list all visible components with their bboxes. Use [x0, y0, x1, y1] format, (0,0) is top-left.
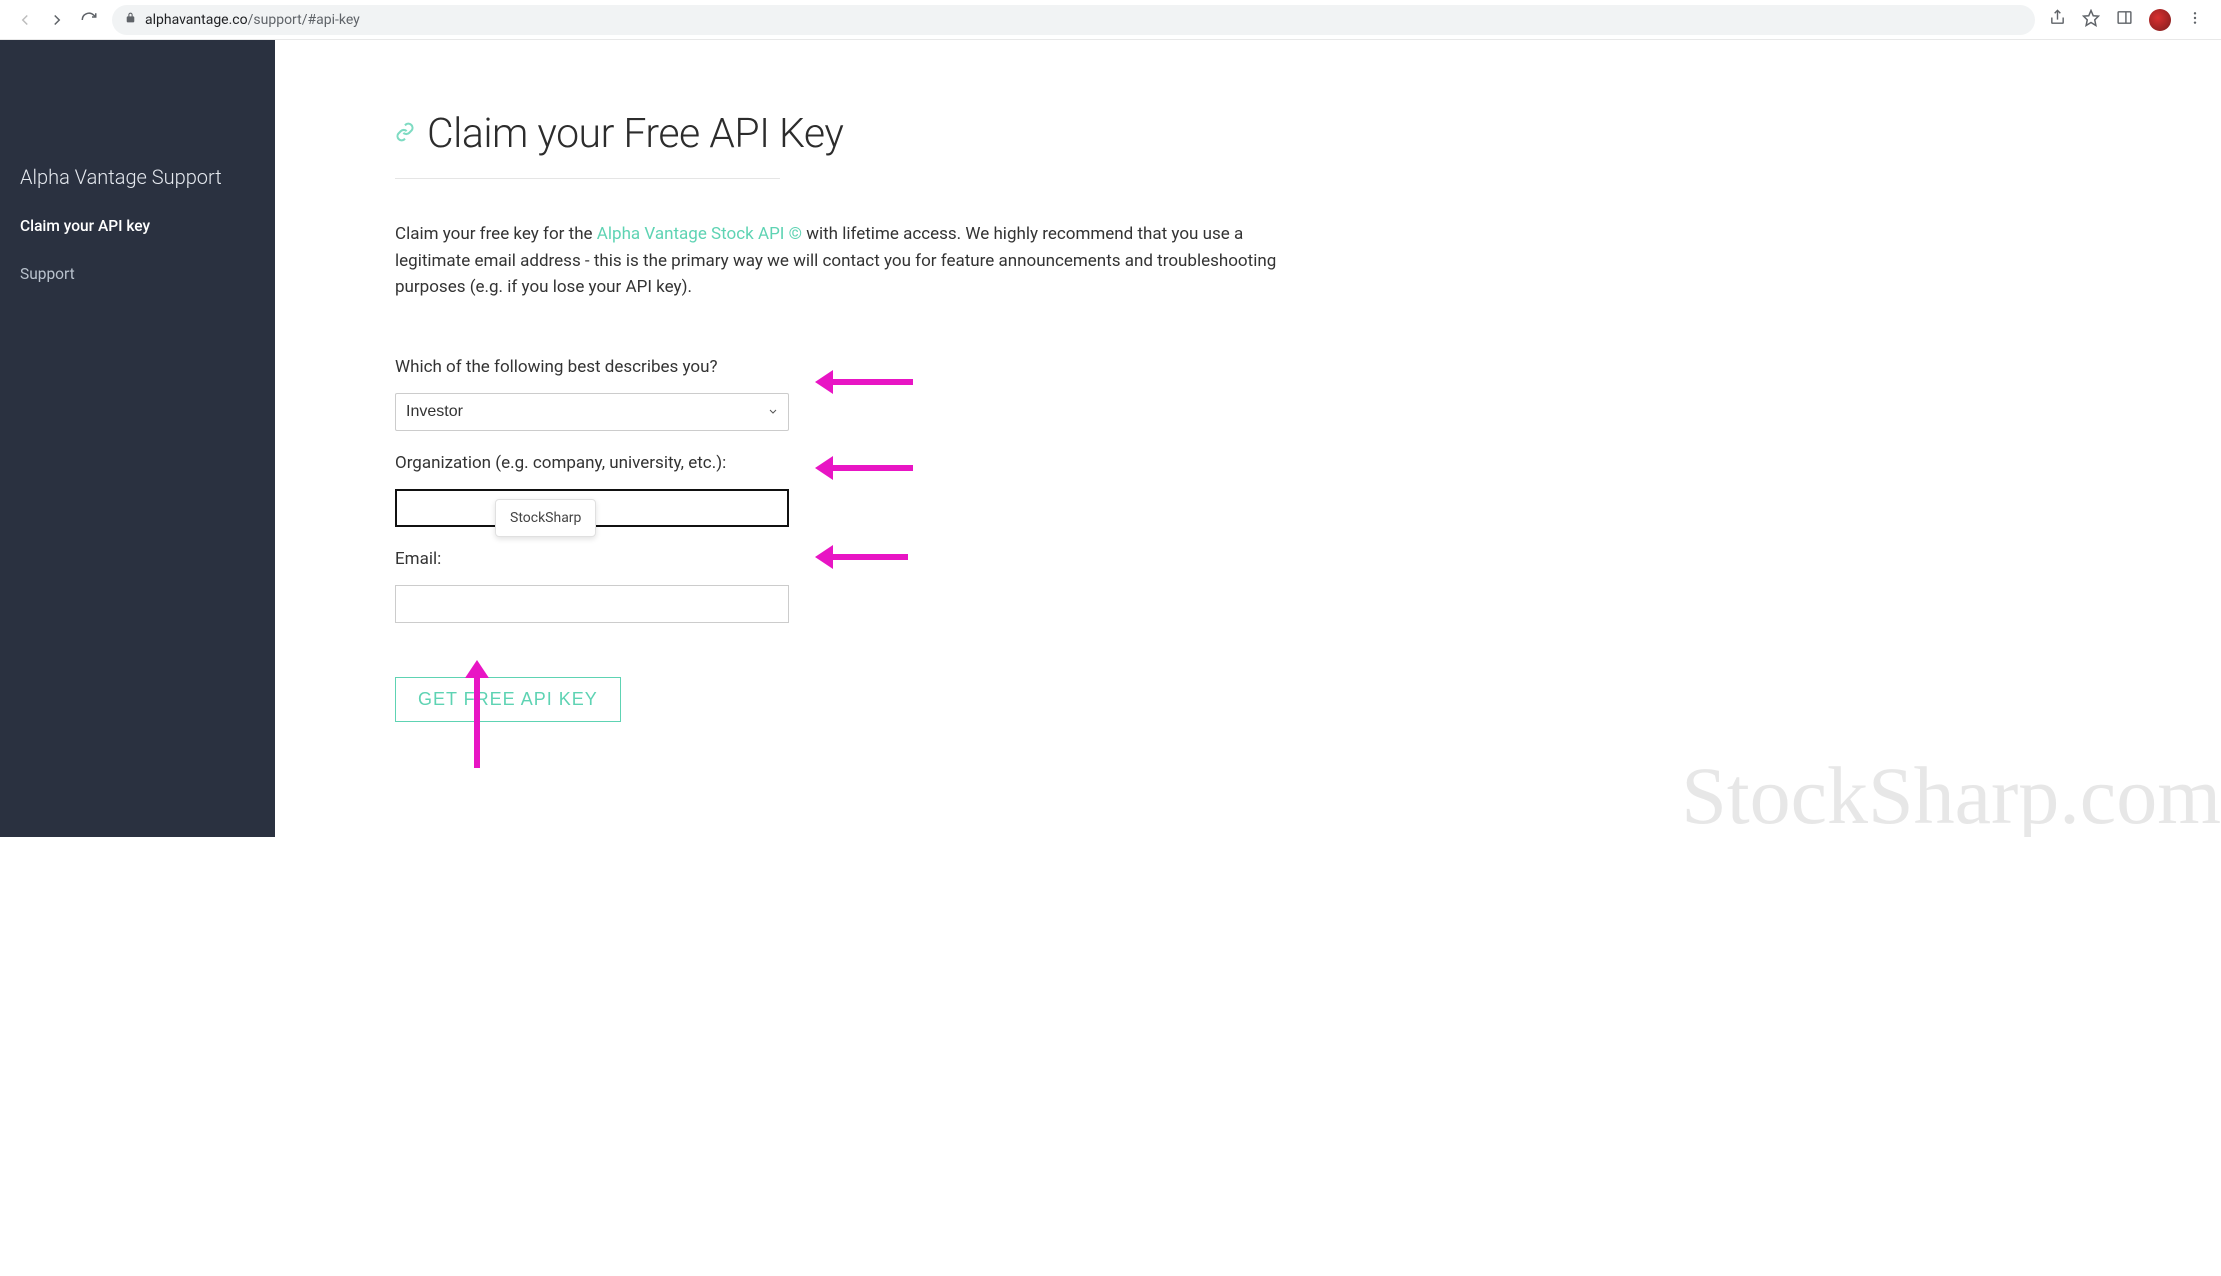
- role-select[interactable]: Investor: [395, 393, 789, 431]
- get-api-key-button[interactable]: GET FREE API KEY: [395, 677, 621, 722]
- annotation-arrow-submit: [465, 660, 489, 768]
- watermark-text: StockSharp.com: [1681, 749, 2221, 837]
- annotation-arrow-email: [815, 545, 908, 569]
- url-text: alphavantage.co/support/#api-key: [145, 12, 360, 28]
- email-input[interactable]: [395, 585, 789, 623]
- heading-rule: [395, 178, 780, 179]
- role-label: Which of the following best describes yo…: [395, 357, 2101, 377]
- sidebar-title: Alpha Vantage Support: [20, 165, 255, 189]
- url-host: alphavantage.co: [145, 12, 248, 28]
- lock-icon: [124, 11, 137, 28]
- field-role: Which of the following best describes yo…: [395, 357, 2101, 431]
- intro-pre: Claim your free key for the: [395, 224, 597, 244]
- back-button[interactable]: [16, 11, 34, 29]
- browser-toolbar: alphavantage.co/support/#api-key: [0, 0, 2221, 40]
- role-select-wrap: Investor: [395, 393, 789, 431]
- app-body: Alpha Vantage Support Claim your API key…: [0, 40, 2221, 837]
- stock-api-link[interactable]: Alpha Vantage Stock API ©: [597, 224, 802, 244]
- profile-avatar[interactable]: [2149, 9, 2171, 31]
- url-path: /support/#api-key: [248, 12, 360, 28]
- heading-row: Claim your Free API Key: [395, 110, 2101, 158]
- annotation-arrow-role: [815, 370, 913, 394]
- sidebar-item-claim-key[interactable]: Claim your API key: [20, 217, 255, 235]
- sidebar-item-support[interactable]: Support: [20, 265, 255, 283]
- field-email: Email:: [395, 549, 2101, 623]
- autofill-tooltip[interactable]: StockSharp: [495, 499, 596, 537]
- email-label: Email:: [395, 549, 2101, 569]
- kebab-menu-icon[interactable]: [2187, 10, 2203, 30]
- intro-paragraph: Claim your free key for the Alpha Vantag…: [395, 221, 1295, 301]
- star-icon[interactable]: [2082, 9, 2100, 31]
- page-title: Claim your Free API Key: [427, 110, 843, 158]
- nav-arrows: [16, 11, 98, 29]
- forward-button[interactable]: [48, 11, 66, 29]
- main-content: Claim your Free API Key Claim your free …: [275, 40, 2221, 837]
- reload-button[interactable]: [80, 11, 98, 29]
- anchor-link-icon[interactable]: [395, 122, 415, 146]
- address-bar[interactable]: alphavantage.co/support/#api-key: [112, 5, 2035, 35]
- field-org: Organization (e.g. company, university, …: [395, 453, 2101, 527]
- share-icon[interactable]: [2049, 9, 2066, 30]
- sidebar: Alpha Vantage Support Claim your API key…: [0, 40, 275, 837]
- annotation-arrow-org: [815, 456, 913, 480]
- chrome-right-icons: [2049, 9, 2203, 31]
- org-label: Organization (e.g. company, university, …: [395, 453, 2101, 473]
- panel-icon[interactable]: [2116, 9, 2133, 30]
